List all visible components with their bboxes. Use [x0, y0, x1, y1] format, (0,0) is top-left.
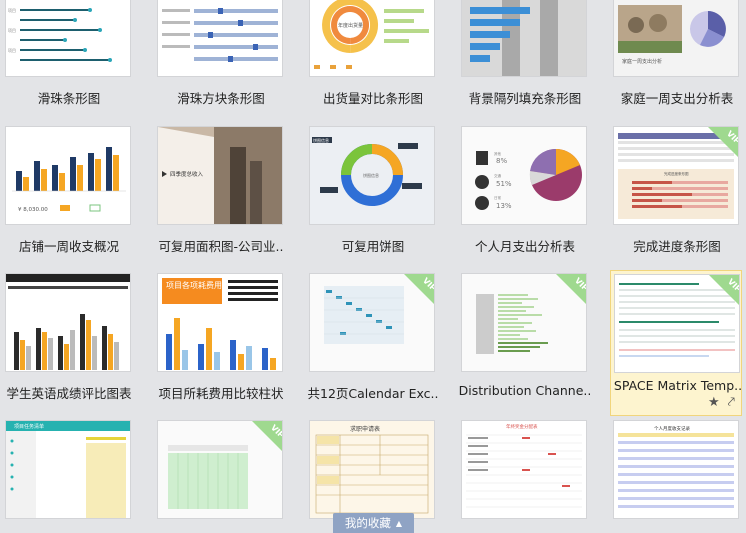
template-thumbnail[interactable]: VIP — [309, 273, 435, 372]
svg-text:项目任务清单: 项目任务清单 — [14, 423, 44, 430]
template-thumbnail[interactable]: 项目 项目 项目 — [5, 0, 131, 77]
svg-text:日常: 日常 — [494, 195, 502, 200]
favorites-label: 我的收藏 — [344, 516, 391, 530]
template-gallery: 项目 项目 项目 滑珠条形图 滑珠方块条形图 年度出货量 出货量对比条形图 背景… — [0, 0, 746, 533]
template-thumbnail[interactable]: ¥ 8,030.00 — [5, 126, 131, 225]
template-thumbnail[interactable]: 年度出货量 — [309, 0, 435, 77]
template-thumbnail[interactable]: VIP — [461, 273, 587, 372]
svg-text:年终奖金分配表: 年终奖金分配表 — [506, 423, 538, 430]
template-thumbnail[interactable]: 饼图信息 饼图信息 — [309, 126, 435, 225]
template-title[interactable]: 可复用饼图 — [303, 236, 443, 255]
svg-text:项目各项耗费用比较: 项目各项耗费用比较 — [166, 280, 238, 290]
share-icon[interactable]: ⤤ — [728, 395, 735, 410]
template-title[interactable]: Distribution Channe.. — [455, 383, 595, 398]
svg-text:个人月度收支记录: 个人月度收支记录 — [654, 425, 690, 432]
template-title[interactable]: 店铺一周收支概况 — [0, 236, 139, 255]
template-title[interactable]: 背景隔列填充条形图 — [455, 88, 595, 107]
vip-badge: VIP — [556, 274, 586, 304]
vip-badge: VIP — [252, 421, 282, 451]
template-thumbnail[interactable]: 年终奖金分配表 — [461, 420, 587, 519]
svg-text:饼图信息: 饼图信息 — [313, 137, 329, 143]
template-thumbnail[interactable]: 求职申请表 — [309, 420, 435, 519]
template-thumbnail[interactable]: VIP — [157, 420, 283, 519]
chevron-up-icon: ▲ — [395, 518, 403, 528]
template-title[interactable]: 出货量对比条形图 — [303, 88, 443, 107]
svg-text:年度出货量: 年度出货量 — [338, 22, 363, 29]
vip-badge: VIP — [709, 275, 739, 305]
svg-text:交通: 交通 — [494, 173, 502, 178]
svg-text:51%: 51% — [496, 180, 512, 188]
template-thumbnail[interactable]: 项目各项耗费用比较 — [157, 273, 283, 372]
favorites-bar[interactable]: 我的收藏 ▲ — [333, 513, 414, 533]
svg-text:8%: 8% — [496, 157, 507, 165]
template-title[interactable]: 个人月支出分析表 — [455, 236, 595, 255]
svg-text:四季度总收入: 四季度总收入 — [170, 170, 204, 178]
template-thumbnail[interactable] — [461, 0, 587, 77]
template-thumbnail[interactable]: 项目任务清单 — [5, 420, 131, 519]
template-thumbnail[interactable] — [5, 273, 131, 372]
template-thumbnail[interactable]: 完成进度条形图 VIP — [613, 126, 739, 225]
template-thumbnail[interactable] — [157, 0, 283, 77]
svg-text:其他: 其他 — [494, 151, 502, 156]
vip-badge: VIP — [708, 127, 738, 157]
star-icon[interactable]: ★ — [708, 395, 720, 410]
svg-text:家庭一周支出分析: 家庭一周支出分析 — [622, 58, 662, 65]
template-title[interactable]: 滑珠条形图 — [0, 88, 139, 107]
svg-text:13%: 13% — [496, 202, 512, 210]
template-thumbnail[interactable]: 四季度总收入 — [157, 126, 283, 225]
template-title[interactable]: SPACE Matrix Temp.. — [608, 378, 746, 393]
svg-text:项目: 项目 — [8, 7, 16, 13]
card-actions: ★ ⤤ — [708, 395, 735, 410]
template-title[interactable]: 家庭一周支出分析表 — [607, 88, 746, 107]
vip-badge: VIP — [404, 274, 434, 304]
template-title[interactable]: 学生英语成绩评比图表 — [0, 383, 139, 402]
template-title[interactable]: 可复用面积图-公司业.. — [151, 236, 291, 255]
template-card-selected[interactable]: VIP SPACE Matrix Temp.. ★ ⤤ — [610, 270, 742, 416]
svg-text:饼图信息: 饼图信息 — [363, 172, 379, 178]
svg-text:¥ 8,030.00: ¥ 8,030.00 — [18, 207, 48, 213]
template-thumbnail[interactable]: 其他 8% 交通 51% 日常 13% — [461, 126, 587, 225]
template-title[interactable]: 滑珠方块条形图 — [151, 88, 291, 107]
template-title[interactable]: 完成进度条形图 — [607, 236, 746, 255]
svg-text:完成进度条形图: 完成进度条形图 — [664, 171, 689, 176]
template-thumbnail[interactable]: 家庭一周支出分析 — [613, 0, 739, 77]
template-title[interactable]: 共12页Calendar Exc.. — [303, 383, 443, 402]
svg-text:项目: 项目 — [8, 27, 16, 33]
template-thumbnail[interactable]: 个人月度收支记录 — [613, 420, 739, 519]
template-title[interactable]: 项目所耗费用比较柱状 — [151, 383, 291, 402]
template-thumbnail[interactable]: VIP — [614, 274, 740, 373]
svg-text:求职申请表: 求职申请表 — [350, 425, 380, 433]
svg-text:项目: 项目 — [8, 47, 16, 53]
